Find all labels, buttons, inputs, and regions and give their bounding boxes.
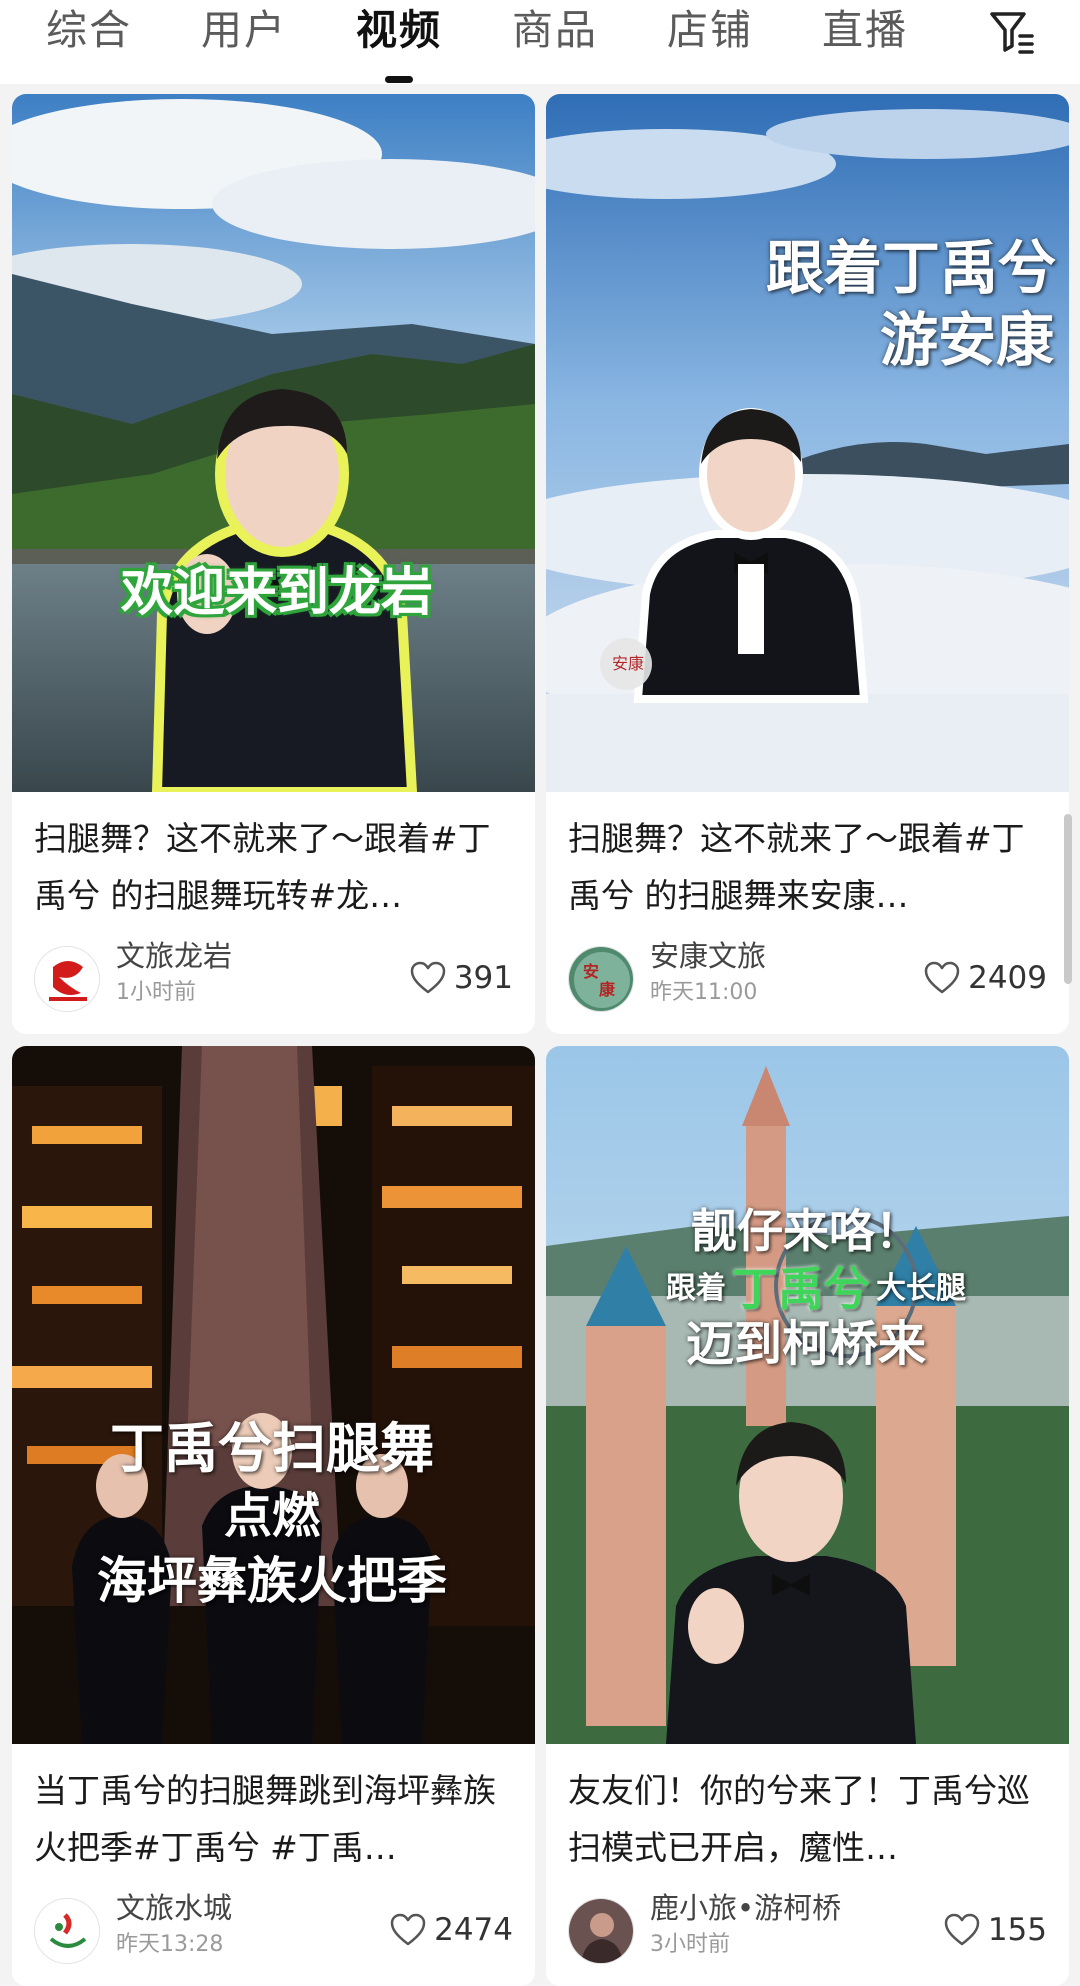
author-name[interactable]: 文旅龙岩 xyxy=(116,938,232,974)
author-avatar[interactable] xyxy=(34,1898,100,1964)
scrollbar[interactable] xyxy=(1064,814,1072,984)
filter-button[interactable] xyxy=(982,2,1042,62)
tab-products[interactable]: 商品 xyxy=(512,4,598,64)
caption-long-legs-text: 大长腿 xyxy=(876,1271,966,1306)
caption-follow-text: 跟着 xyxy=(666,1271,726,1306)
like-button[interactable]: 2474 xyxy=(390,1908,513,1952)
video-card[interactable]: 丁禹兮扫腿舞 点燃 海坪彝族火把季 当丁禹兮的扫腿舞跳到海坪彝族火把季#丁禹兮 … xyxy=(12,1046,535,1986)
category-tabs: 综合 用户 视频 商品 店铺 直播 xyxy=(0,0,1000,84)
like-count: 2409 xyxy=(968,960,1047,996)
video-thumbnail[interactable]: 靓仔来咯！ 跟着 丁禹兮 大长腿 迈到柯桥来 xyxy=(546,1046,1069,1744)
author-avatar[interactable] xyxy=(34,946,100,1012)
video-title[interactable]: 当丁禹兮的扫腿舞跳到海坪彝族火把季#丁禹兮 #丁禹… xyxy=(34,1762,514,1876)
like-button[interactable]: 391 xyxy=(410,956,513,1000)
author-name[interactable]: 鹿小旅•游柯桥 xyxy=(650,1890,841,1926)
video-card[interactable]: 安康 跟着丁禹兮 游安康 扫腿舞？这不就来了～跟着#丁禹兮 的扫腿舞来安康… 安… xyxy=(546,94,1069,1034)
landscape-lake-image xyxy=(12,94,535,792)
post-time: 3小时前 xyxy=(650,1932,730,1957)
thumbnail-caption-line2: 游安康 xyxy=(879,306,1054,374)
caption-name-highlight: 丁禹兮 xyxy=(732,1262,870,1316)
active-tab-indicator xyxy=(385,76,413,83)
thumbnail-caption-line2: 跟着 丁禹兮 大长腿 xyxy=(626,1264,1006,1314)
tab-users[interactable]: 用户 xyxy=(201,4,287,64)
thumbnail-caption-line1: 跟着丁禹兮 xyxy=(765,234,1056,302)
video-card[interactable]: 欢迎来到龙岩 扫腿舞？这不就来了～跟着#丁禹兮 的扫腿舞玩转#龙… 文旅龙岩 1… xyxy=(12,94,535,1034)
post-time: 1小时前 xyxy=(116,980,196,1005)
night-street-image xyxy=(12,1046,535,1744)
filter-icon xyxy=(990,12,1034,54)
video-title[interactable]: 友友们！你的兮来了！丁禹兮巡扫模式已开启，魔性… xyxy=(568,1762,1048,1876)
tab-live[interactable]: 直播 xyxy=(822,4,908,64)
video-thumbnail[interactable]: 欢迎来到龙岩 xyxy=(12,94,535,792)
thumbnail-caption-line3: 海坪彝族火把季 xyxy=(97,1552,447,1610)
post-time: 昨天13:28 xyxy=(116,1932,224,1957)
heart-icon xyxy=(944,1913,980,1946)
thumbnail-caption: 欢迎来到龙岩 xyxy=(120,563,433,623)
avatar-logo-icon xyxy=(35,947,99,1011)
author-name[interactable]: 文旅水城 xyxy=(116,1890,232,1926)
video-card[interactable]: 靓仔来咯！ 跟着 丁禹兮 大长腿 迈到柯桥来 友友们！你的兮来了！丁禹兮巡扫模式… xyxy=(546,1046,1069,1986)
avatar-photo-icon xyxy=(569,1899,633,1963)
svg-text:安: 安 xyxy=(583,962,599,981)
thumbnail-caption-line1: 靓仔来咯！ xyxy=(691,1204,921,1258)
video-thumbnail[interactable]: 安康 跟着丁禹兮 游安康 xyxy=(546,94,1069,792)
post-time: 昨天11:00 xyxy=(650,980,758,1005)
like-count: 391 xyxy=(453,960,513,996)
tab-comprehensive[interactable]: 综合 xyxy=(46,4,132,64)
thumbnail-caption-line2: 点燃 xyxy=(223,1488,320,1544)
svg-text:安康: 安康 xyxy=(612,654,644,673)
like-button[interactable]: 155 xyxy=(944,1908,1047,1952)
avatar-logo-icon: 安 康 xyxy=(569,947,633,1011)
thumbnail-caption-line3: 迈到柯桥来 xyxy=(685,1316,926,1372)
heart-icon xyxy=(924,961,960,994)
svg-text:康: 康 xyxy=(599,980,616,999)
author-avatar[interactable]: 安 康 xyxy=(568,946,634,1012)
theme-park-image xyxy=(546,1046,1069,1744)
heart-icon xyxy=(410,961,446,994)
sea-of-clouds-image: 安康 xyxy=(546,94,1069,792)
video-thumbnail[interactable]: 丁禹兮扫腿舞 点燃 海坪彝族火把季 xyxy=(12,1046,535,1744)
like-count: 2474 xyxy=(434,1912,513,1948)
top-tab-bar: 综合 用户 视频 商品 店铺 直播 xyxy=(0,0,1080,84)
tab-shops[interactable]: 店铺 xyxy=(667,4,753,64)
heart-icon xyxy=(390,1913,426,1946)
like-count: 155 xyxy=(987,1912,1047,1948)
tab-videos[interactable]: 视频 xyxy=(356,4,442,64)
video-title[interactable]: 扫腿舞？这不就来了～跟着#丁禹兮 的扫腿舞来安康… xyxy=(568,810,1048,924)
like-button[interactable]: 2409 xyxy=(924,956,1047,1000)
author-avatar[interactable] xyxy=(568,1898,634,1964)
video-title[interactable]: 扫腿舞？这不就来了～跟着#丁禹兮 的扫腿舞玩转#龙… xyxy=(34,810,514,924)
video-results-grid: 欢迎来到龙岩 扫腿舞？这不就来了～跟着#丁禹兮 的扫腿舞玩转#龙… 文旅龙岩 1… xyxy=(0,84,1080,1986)
avatar-logo-icon xyxy=(35,1899,99,1963)
thumbnail-caption-line1: 丁禹兮扫腿舞 xyxy=(110,1417,434,1480)
author-name[interactable]: 安康文旅 xyxy=(650,938,766,974)
